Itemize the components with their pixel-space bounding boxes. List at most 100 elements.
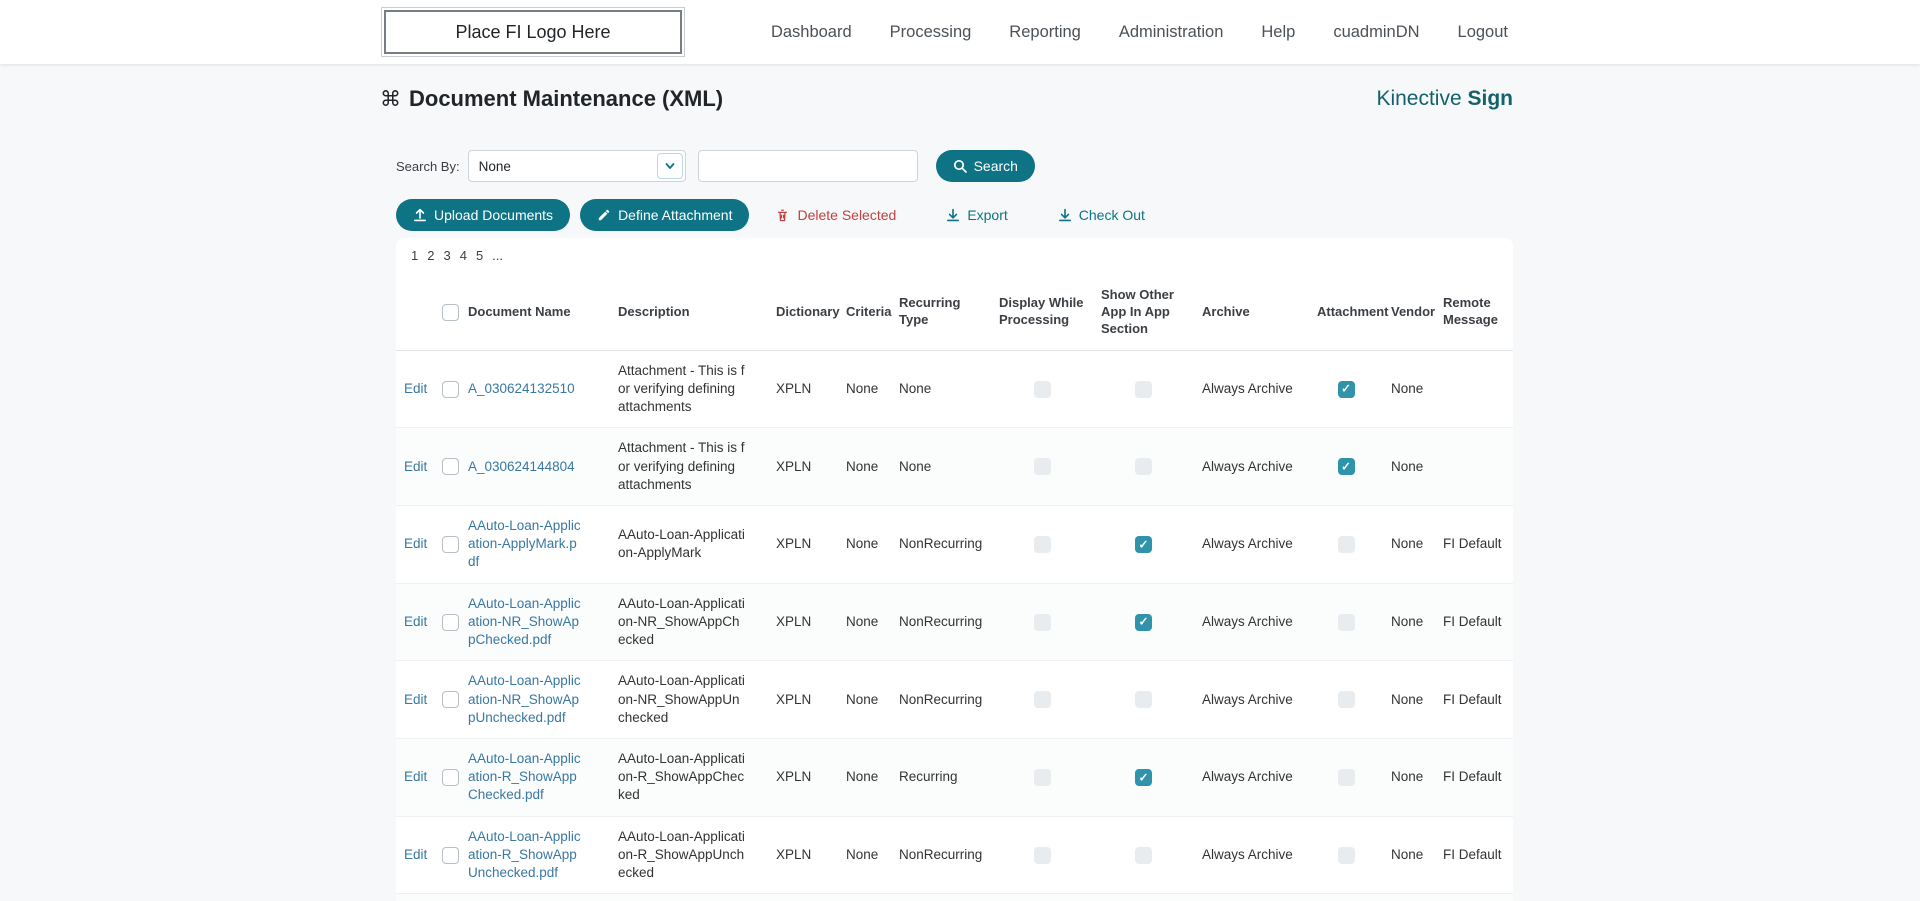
nav-dashboard[interactable]: Dashboard bbox=[771, 23, 852, 42]
cell-description: AAuto-Loan-Application-RS-AFD731-test bbox=[610, 894, 768, 901]
display-while-processing-checkbox[interactable] bbox=[1034, 847, 1051, 864]
cell-show-other-app bbox=[1093, 350, 1194, 428]
nav-administration[interactable]: Administration bbox=[1119, 23, 1224, 42]
edit-link[interactable]: Edit bbox=[404, 769, 427, 784]
cell-vendor: None bbox=[1383, 583, 1435, 661]
chevron-down-icon[interactable] bbox=[657, 153, 683, 179]
cell-recurring-type: NonRecurring bbox=[891, 661, 991, 739]
show-other-app-checkbox[interactable] bbox=[1135, 614, 1152, 631]
nav-help[interactable]: Help bbox=[1261, 23, 1295, 42]
header-description: Description bbox=[610, 275, 768, 350]
search-by-selected-value: None bbox=[469, 159, 657, 174]
attachment-checkbox[interactable] bbox=[1338, 847, 1355, 864]
cell-edit: Edit bbox=[396, 428, 434, 506]
nav-processing[interactable]: Processing bbox=[890, 23, 972, 42]
display-while-processing-checkbox[interactable] bbox=[1034, 691, 1051, 708]
show-other-app-checkbox[interactable] bbox=[1135, 536, 1152, 553]
document-name-link[interactable]: AAuto-Loan-Application-R_ShowAppUnchecke… bbox=[468, 829, 581, 880]
document-name-link[interactable]: AAuto-Loan-Application-ApplyMark.pdf bbox=[468, 518, 581, 569]
edit-link[interactable]: Edit bbox=[404, 614, 427, 629]
search-input[interactable] bbox=[698, 150, 918, 182]
attachment-checkbox[interactable] bbox=[1338, 458, 1355, 475]
document-name-link[interactable]: AAuto-Loan-Application-R_ShowAppChecked.… bbox=[468, 751, 581, 802]
edit-link[interactable]: Edit bbox=[404, 459, 427, 474]
export-button[interactable]: Export bbox=[942, 199, 1011, 231]
cell-description: AAuto-Loan-Application-NR_ShowAppUncheck… bbox=[610, 661, 768, 739]
nav-logout[interactable]: Logout bbox=[1458, 23, 1508, 42]
attachment-checkbox[interactable] bbox=[1338, 691, 1355, 708]
cell-remote-message: FI Default bbox=[1435, 583, 1513, 661]
cell-recurring-type: Recurring bbox=[891, 738, 991, 816]
cell-display-while-processing bbox=[991, 505, 1093, 583]
cell-recurring-type: None bbox=[891, 350, 991, 428]
display-while-processing-checkbox[interactable] bbox=[1034, 458, 1051, 475]
cell-show-other-app bbox=[1093, 428, 1194, 506]
row-checkbox[interactable] bbox=[442, 614, 459, 631]
show-other-app-checkbox[interactable] bbox=[1135, 381, 1152, 398]
cell-attachment bbox=[1309, 661, 1383, 739]
nav-reporting[interactable]: Reporting bbox=[1009, 23, 1081, 42]
row-checkbox[interactable] bbox=[442, 381, 459, 398]
edit-link[interactable]: Edit bbox=[404, 847, 427, 862]
cell-remote-message: FI Default bbox=[1435, 894, 1513, 901]
show-other-app-checkbox[interactable] bbox=[1135, 691, 1152, 708]
show-other-app-checkbox[interactable] bbox=[1135, 769, 1152, 786]
document-name-link[interactable]: A_030624144804 bbox=[468, 459, 575, 474]
show-other-app-checkbox[interactable] bbox=[1135, 458, 1152, 475]
define-attachment-label: Define Attachment bbox=[618, 207, 732, 223]
attachment-checkbox[interactable] bbox=[1338, 614, 1355, 631]
row-checkbox[interactable] bbox=[442, 847, 459, 864]
edit-link[interactable]: Edit bbox=[404, 692, 427, 707]
display-while-processing-checkbox[interactable] bbox=[1034, 769, 1051, 786]
edit-link[interactable]: Edit bbox=[404, 381, 427, 396]
main-content: ⌘ Document Maintenance (XML) Kinective S… bbox=[396, 86, 1513, 901]
edit-link[interactable]: Edit bbox=[404, 536, 427, 551]
delete-selected-button[interactable]: Delete Selected bbox=[771, 199, 900, 231]
row-checkbox[interactable] bbox=[442, 536, 459, 553]
document-name-link[interactable]: AAuto-Loan-Application-NR_ShowAppChecked… bbox=[468, 596, 581, 647]
documents-card: 1 2 3 4 5 ... Document Name Description bbox=[396, 238, 1513, 901]
upload-documents-button[interactable]: Upload Documents bbox=[396, 199, 570, 231]
attachment-checkbox[interactable] bbox=[1338, 769, 1355, 786]
cell-document-name: AAuto-Loan-Application-NR_ShowAppChecked… bbox=[460, 583, 610, 661]
cell-description: Attachment - This is for verifying defin… bbox=[610, 428, 768, 506]
row-checkbox[interactable] bbox=[442, 769, 459, 786]
cell-display-while-processing bbox=[991, 350, 1093, 428]
upload-icon bbox=[413, 208, 427, 222]
display-while-processing-checkbox[interactable] bbox=[1034, 614, 1051, 631]
page-link-4[interactable]: 4 bbox=[460, 248, 467, 263]
page-link-3[interactable]: 3 bbox=[443, 248, 450, 263]
cell-remote-message bbox=[1435, 428, 1513, 506]
cell-display-while-processing bbox=[991, 583, 1093, 661]
page-link-1[interactable]: 1 bbox=[411, 248, 418, 263]
cell-remote-message: FI Default bbox=[1435, 661, 1513, 739]
check-out-button[interactable]: Check Out bbox=[1054, 199, 1149, 231]
search-by-select[interactable]: None bbox=[468, 150, 686, 182]
page-link-more[interactable]: ... bbox=[492, 248, 503, 263]
table-row: Edit A_030624132510 Attachment - This is… bbox=[396, 350, 1513, 428]
cell-show-other-app bbox=[1093, 505, 1194, 583]
table-row: Edit AAuto-Loan-Application-R_ShowAppUnc… bbox=[396, 816, 1513, 894]
attachment-checkbox[interactable] bbox=[1338, 536, 1355, 553]
row-checkbox[interactable] bbox=[442, 691, 459, 708]
cell-archive: Always Archive bbox=[1194, 350, 1309, 428]
display-while-processing-checkbox[interactable] bbox=[1034, 536, 1051, 553]
page-link-5[interactable]: 5 bbox=[476, 248, 483, 263]
check-out-label: Check Out bbox=[1079, 207, 1145, 223]
define-attachment-button[interactable]: Define Attachment bbox=[580, 199, 749, 231]
select-all-checkbox[interactable] bbox=[442, 304, 459, 321]
cell-recurring-type: NonRecurring bbox=[891, 816, 991, 894]
page-link-2[interactable]: 2 bbox=[427, 248, 434, 263]
nav-user-cuadmindn[interactable]: cuadminDN bbox=[1333, 23, 1419, 42]
search-button-label: Search bbox=[974, 158, 1018, 174]
cell-edit: Edit bbox=[396, 583, 434, 661]
display-while-processing-checkbox[interactable] bbox=[1034, 381, 1051, 398]
row-checkbox[interactable] bbox=[442, 458, 459, 475]
show-other-app-checkbox[interactable] bbox=[1135, 847, 1152, 864]
search-button[interactable]: Search bbox=[936, 150, 1035, 182]
attachment-checkbox[interactable] bbox=[1338, 381, 1355, 398]
document-name-link[interactable]: AAuto-Loan-Application-NR_ShowAppUncheck… bbox=[468, 673, 581, 724]
download-icon bbox=[946, 208, 960, 222]
document-name-link[interactable]: A_030624132510 bbox=[468, 381, 575, 396]
trash-icon bbox=[775, 208, 790, 223]
